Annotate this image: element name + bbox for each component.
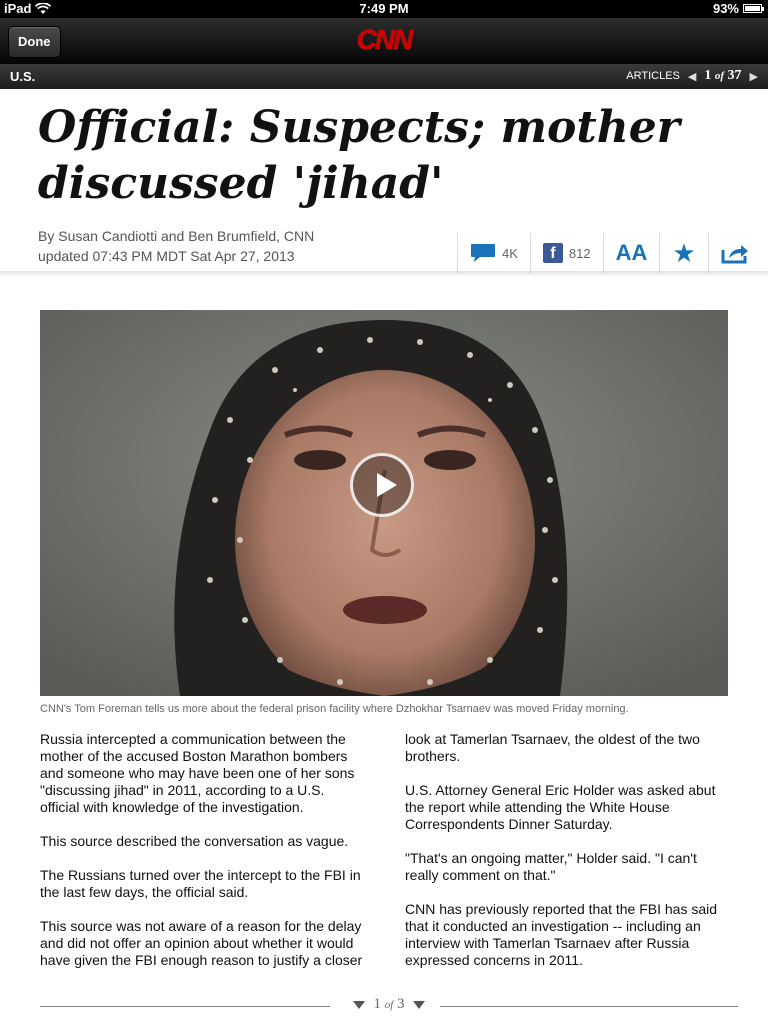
- page-of: of: [384, 999, 394, 1011]
- article-counter: 1 of 37: [704, 68, 741, 84]
- byline-updated: updated 07:43 PM MDT Sat Apr 27, 2013: [38, 248, 295, 264]
- paragraph: This source was not aware of a reason fo…: [40, 918, 363, 968]
- page-indicator: 1 of 3: [340, 996, 438, 1013]
- paragraph: The Russians turned over the intercept t…: [40, 867, 361, 900]
- star-icon: ★: [672, 237, 696, 268]
- section-title: U.S.: [10, 69, 36, 84]
- byline-authors: By Susan Candiotti and Ben Brumfield, CN…: [38, 228, 315, 244]
- facebook-share-button[interactable]: f 812: [529, 233, 603, 273]
- divider-right: [440, 1006, 738, 1007]
- paragraph: "That's an ongoing matter," Holder said.…: [405, 850, 697, 883]
- status-bar: iPad 7:49 PM 93%: [0, 0, 768, 18]
- chevron-down-icon[interactable]: [412, 1000, 425, 1009]
- battery-icon: [743, 4, 764, 13]
- articles-label: ARTICLES: [626, 70, 680, 82]
- header-divider: [0, 271, 768, 277]
- share-button[interactable]: [707, 233, 761, 273]
- article-column-2: look at Tamerlan Tsarnaev, the oldest of…: [405, 731, 730, 986]
- font-size-button[interactable]: AA: [602, 233, 660, 273]
- favorite-button[interactable]: ★: [659, 233, 707, 273]
- article-current: 1: [704, 68, 712, 83]
- article-actions: 4K f 812 AA ★: [457, 233, 761, 273]
- video-player[interactable]: [40, 310, 728, 696]
- next-article-icon[interactable]: ▶: [750, 70, 758, 83]
- play-icon[interactable]: [350, 453, 414, 517]
- paragraph: U.S. Attorney General Eric Holder was as…: [405, 782, 716, 832]
- paragraph: CNN has previously reported that the FBI…: [405, 901, 718, 968]
- font-size-icon: AA: [615, 240, 648, 265]
- battery-percent: 93%: [712, 1, 739, 16]
- article-total: 37: [727, 68, 742, 83]
- page-pagination: 1 of 3: [40, 996, 738, 1016]
- article-of: of: [714, 70, 725, 82]
- paragraph: look at Tamerlan Tsarnaev, the oldest of…: [405, 731, 700, 764]
- nav-bar: Done CNN: [0, 18, 768, 64]
- page-current: 1: [373, 996, 381, 1012]
- facebook-icon: f: [542, 243, 563, 263]
- status-time: 7:49 PM: [359, 1, 409, 16]
- comments-count: 4K: [502, 245, 518, 261]
- video-caption: CNN's Tom Foreman tells us more about th…: [40, 703, 629, 715]
- article-column-1: Russia intercepted a communication betwe…: [40, 731, 365, 986]
- facebook-count: 812: [568, 245, 591, 261]
- chevron-down-icon[interactable]: [353, 1000, 366, 1009]
- share-icon: [721, 245, 748, 264]
- article-headline: Official: Suspects; mother discussed 'ji…: [38, 102, 680, 209]
- byline: By Susan Candiotti and Ben Brumfield, CN…: [38, 226, 314, 266]
- paragraph: Russia intercepted a communication betwe…: [40, 731, 355, 815]
- cnn-logo: CNN: [356, 24, 414, 55]
- page-total: 3: [397, 996, 405, 1012]
- article-pager: ARTICLES ◀ 1 of 37 ▶: [626, 68, 758, 84]
- section-bar: U.S. ARTICLES ◀ 1 of 37 ▶: [0, 64, 768, 89]
- paragraph: This source described the conversation a…: [40, 833, 349, 849]
- comments-button[interactable]: 4K: [457, 233, 530, 273]
- previous-article-icon[interactable]: ◀: [688, 70, 696, 83]
- divider-left: [40, 1006, 330, 1007]
- comment-icon: [471, 244, 495, 262]
